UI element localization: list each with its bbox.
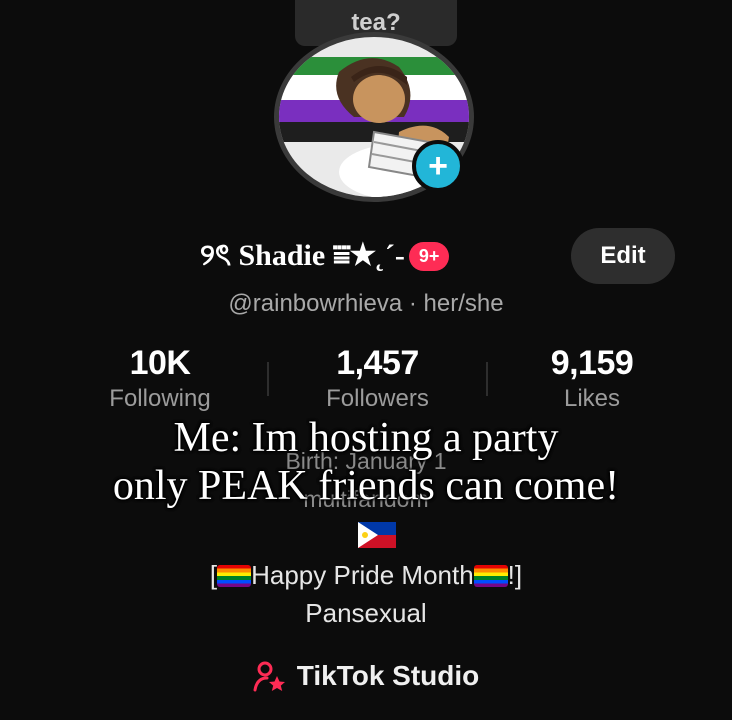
bio-orientation: Pansexual — [305, 598, 427, 628]
tiktok-studio-link[interactable]: TikTok Studio — [0, 660, 732, 692]
plus-icon: + — [428, 147, 448, 185]
rainbow-flag-icon — [217, 565, 252, 587]
stat-likes[interactable]: 9,159 Likes — [522, 344, 662, 413]
likes-count: 9,159 — [550, 344, 634, 382]
display-name: ୨ৎ Shadie ⩸★˛´- — [200, 238, 405, 272]
followers-label: Followers — [326, 385, 429, 412]
pride-suffix: !] — [507, 560, 523, 590]
stat-followers[interactable]: 1,457 Followers — [305, 344, 450, 413]
tiktok-studio-label: TikTok Studio — [296, 660, 480, 691]
caption-line-1: Me: Im hosting a party — [173, 415, 559, 461]
person-star-icon — [253, 661, 285, 692]
pride-prefix: [ — [209, 560, 218, 590]
followers-count: 1,457 — [336, 344, 419, 382]
meme-caption: Me: Im hosting a party only PEAK friends… — [0, 414, 732, 510]
stat-following[interactable]: 10K Following — [90, 344, 230, 413]
bio-pride-line: [ Happy Pride Month!] — [0, 560, 732, 591]
add-avatar-button[interactable]: + — [412, 140, 464, 192]
following-count: 10K — [129, 344, 191, 382]
rainbow-flag-icon — [473, 565, 508, 587]
edit-profile-button[interactable]: Edit — [571, 228, 675, 284]
display-name-row: ୨ৎ Shadie ⩸★˛´- 9+ — [200, 234, 450, 278]
philippines-flag-icon — [358, 522, 396, 548]
caption-line-2: only PEAK friends can come! — [112, 463, 620, 509]
notification-badge[interactable]: 9+ — [408, 241, 450, 271]
username-handle: @rainbowrhieva · her/she — [228, 290, 504, 317]
stat-divider — [486, 362, 488, 396]
following-label: Following — [109, 385, 211, 412]
likes-label: Likes — [563, 385, 621, 412]
stat-divider — [267, 362, 269, 396]
pride-text: Happy Pride Month — [251, 560, 474, 590]
